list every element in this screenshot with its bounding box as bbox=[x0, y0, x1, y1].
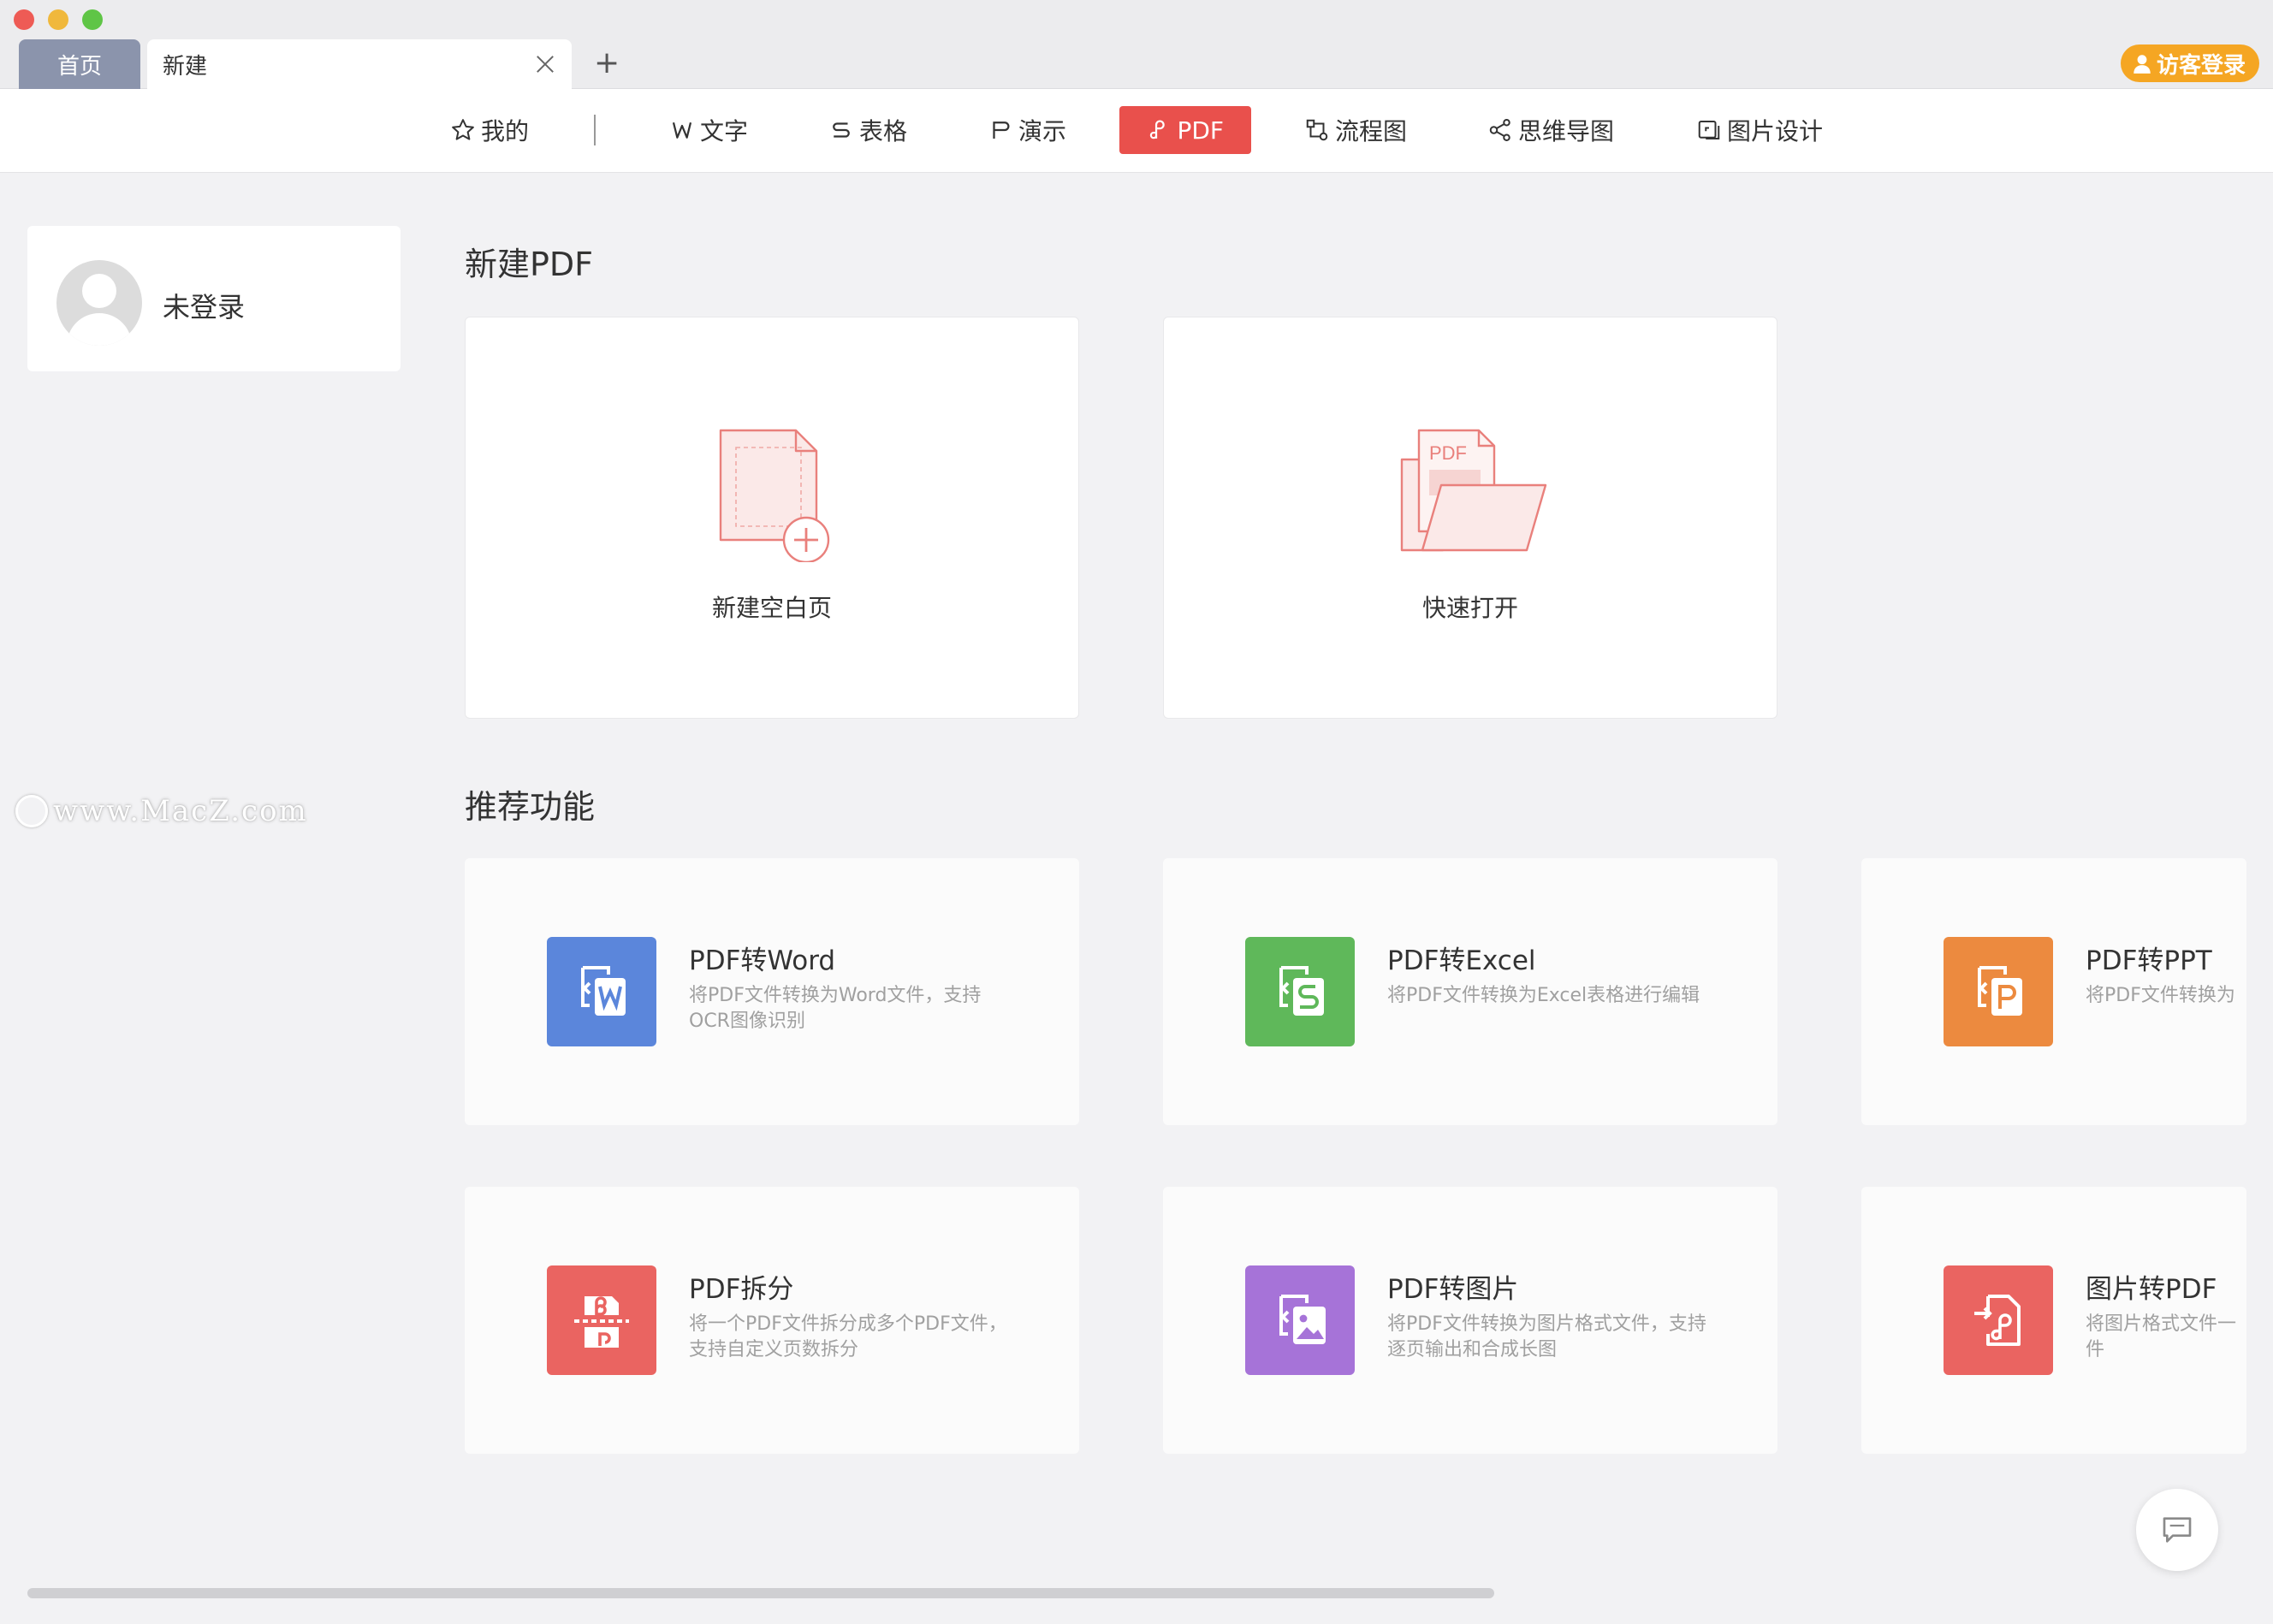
nav-item-text[interactable]: 文字 bbox=[669, 106, 748, 154]
nav-divider bbox=[594, 115, 596, 145]
nav-item-mindmap-label: 思维导图 bbox=[1518, 117, 1615, 145]
guest-login-label: 访客登录 bbox=[2156, 52, 2246, 79]
feature-title: PDF转Excel bbox=[1387, 945, 1536, 976]
zoom-window-button[interactable] bbox=[82, 9, 103, 30]
feature-title: PDF转Word bbox=[689, 945, 836, 976]
feature-card-pdf-to-word[interactable]: PDF转Word 将PDF文件转换为Word文件，支持OCR图像识别 bbox=[465, 858, 1079, 1125]
nav-item-sheet-label: 表格 bbox=[859, 117, 908, 145]
feature-desc: 将PDF文件转换为图片格式文件，支持逐页输出和合成长图 bbox=[1387, 1313, 1706, 1360]
new-blank-page-label: 新建空白页 bbox=[711, 594, 832, 622]
horizontal-scrollbar[interactable] bbox=[27, 1588, 1494, 1598]
avatar-body bbox=[67, 313, 132, 346]
user-name: 未登录 bbox=[163, 291, 246, 323]
pdf-to-image-icon bbox=[1245, 1265, 1355, 1375]
word-icon bbox=[672, 122, 692, 139]
feature-card-pdf-split[interactable]: PDF拆分 将一个PDF文件拆分成多个PDF文件，支持自定义页数拆分 bbox=[465, 1187, 1079, 1454]
feature-title: PDF转PPT bbox=[2086, 945, 2212, 976]
chat-icon bbox=[2163, 1517, 2192, 1543]
tab-new-label: 新建 bbox=[163, 53, 208, 80]
pdf-to-word-icon bbox=[547, 937, 656, 1046]
flowchart-icon bbox=[1306, 119, 1328, 141]
create-section-title: 新建PDF bbox=[465, 246, 594, 283]
guest-login-button[interactable]: 访客登录 bbox=[2120, 44, 2259, 82]
mindmap-icon bbox=[1489, 119, 1510, 141]
nav-item-flowchart[interactable]: 流程图 bbox=[1304, 106, 1407, 154]
star-icon bbox=[452, 119, 474, 140]
feature-card-pdf-to-excel[interactable]: PDF转Excel 将PDF文件转换为Excel表格进行编辑 bbox=[1163, 858, 1777, 1125]
close-icon[interactable] bbox=[534, 53, 556, 75]
feature-title: 图片转PDF bbox=[2086, 1274, 2217, 1305]
quick-open-folder-icon: PDF bbox=[1400, 429, 1547, 552]
user-card[interactable]: 未登录 bbox=[27, 226, 401, 371]
quick-open-label: 快速打开 bbox=[1421, 594, 1518, 622]
watermark-text: www.MacZ.com bbox=[53, 794, 308, 828]
feature-title: PDF转图片 bbox=[1387, 1274, 1519, 1305]
tab-new[interactable]: 新建 bbox=[147, 39, 572, 89]
minimize-window-button[interactable] bbox=[48, 9, 68, 30]
nav-item-flowchart-label: 流程图 bbox=[1335, 117, 1408, 145]
nav-item-mine-label: 我的 bbox=[481, 117, 530, 145]
nav-item-text-label: 文字 bbox=[700, 117, 749, 145]
feature-desc: 将PDF文件转换为 bbox=[2086, 985, 2235, 1006]
avatar-head bbox=[82, 274, 116, 308]
nav-item-pdf-label: PDF bbox=[1177, 116, 1224, 145]
feature-desc: 将图片格式文件一件 bbox=[2086, 1313, 2237, 1360]
pdf-split-icon bbox=[547, 1265, 656, 1375]
tab-home-label: 首页 bbox=[56, 53, 102, 80]
nav-item-presentation[interactable]: 演示 bbox=[988, 106, 1066, 154]
close-window-button[interactable] bbox=[14, 9, 34, 30]
title-bar: 首页 新建 + 访客登录 bbox=[0, 0, 2273, 89]
user-icon bbox=[2134, 55, 2151, 74]
pdf-to-excel-icon bbox=[1245, 937, 1355, 1046]
watermark-logo-icon bbox=[15, 795, 48, 827]
avatar bbox=[56, 260, 142, 346]
nav-item-mindmap[interactable]: 思维导图 bbox=[1487, 106, 1614, 154]
new-blank-page-card[interactable]: 新建空白页 bbox=[465, 317, 1079, 719]
pdf-icon bbox=[1149, 120, 1165, 139]
nav-item-image-design-label: 图片设计 bbox=[1727, 117, 1824, 145]
feature-card-image-to-pdf[interactable]: 图片转PDF 将图片格式文件一件 bbox=[1861, 1187, 2246, 1454]
feature-title: PDF拆分 bbox=[689, 1274, 794, 1305]
add-tab-button[interactable]: + bbox=[594, 44, 620, 82]
nav-item-sheet[interactable]: 表格 bbox=[828, 106, 907, 154]
new-blank-page-icon bbox=[719, 429, 830, 562]
quick-open-doc-text: PDF bbox=[1429, 442, 1467, 464]
category-nav: 我的 文字 表格 演示 PDF 流程图 思维导图 图片设计 bbox=[0, 89, 2273, 173]
quick-open-card[interactable]: PDF 快速打开 bbox=[1163, 317, 1777, 719]
feature-desc: 将一个PDF文件拆分成多个PDF文件，支持自定义页数拆分 bbox=[689, 1313, 1007, 1360]
watermark: www.MacZ.com bbox=[15, 794, 308, 828]
feature-desc: 将PDF文件转换为Word文件，支持OCR图像识别 bbox=[689, 985, 982, 1032]
presentation-icon bbox=[993, 122, 1010, 139]
nav-item-image-design[interactable]: 图片设计 bbox=[1696, 106, 1823, 154]
nav-item-pdf[interactable]: PDF bbox=[1119, 106, 1251, 154]
nav-item-mine[interactable]: 我的 bbox=[450, 106, 529, 154]
feature-desc: 将PDF文件转换为Excel表格进行编辑 bbox=[1387, 985, 1700, 1006]
image-to-pdf-icon bbox=[1944, 1265, 2053, 1375]
feature-card-pdf-to-image[interactable]: PDF转图片 将PDF文件转换为图片格式文件，支持逐页输出和合成长图 bbox=[1163, 1187, 1777, 1454]
feature-card-pdf-to-ppt[interactable]: PDF转PPT 将PDF文件转换为 bbox=[1861, 858, 2246, 1125]
recommend-section-title: 推荐功能 bbox=[465, 788, 596, 826]
sheet-icon bbox=[833, 122, 850, 138]
pdf-to-ppt-icon bbox=[1944, 937, 2053, 1046]
nav-item-presentation-label: 演示 bbox=[1018, 117, 1067, 145]
feedback-chat-button[interactable] bbox=[2136, 1489, 2218, 1571]
image-design-icon bbox=[1698, 121, 1720, 139]
tab-home[interactable]: 首页 bbox=[19, 39, 140, 89]
